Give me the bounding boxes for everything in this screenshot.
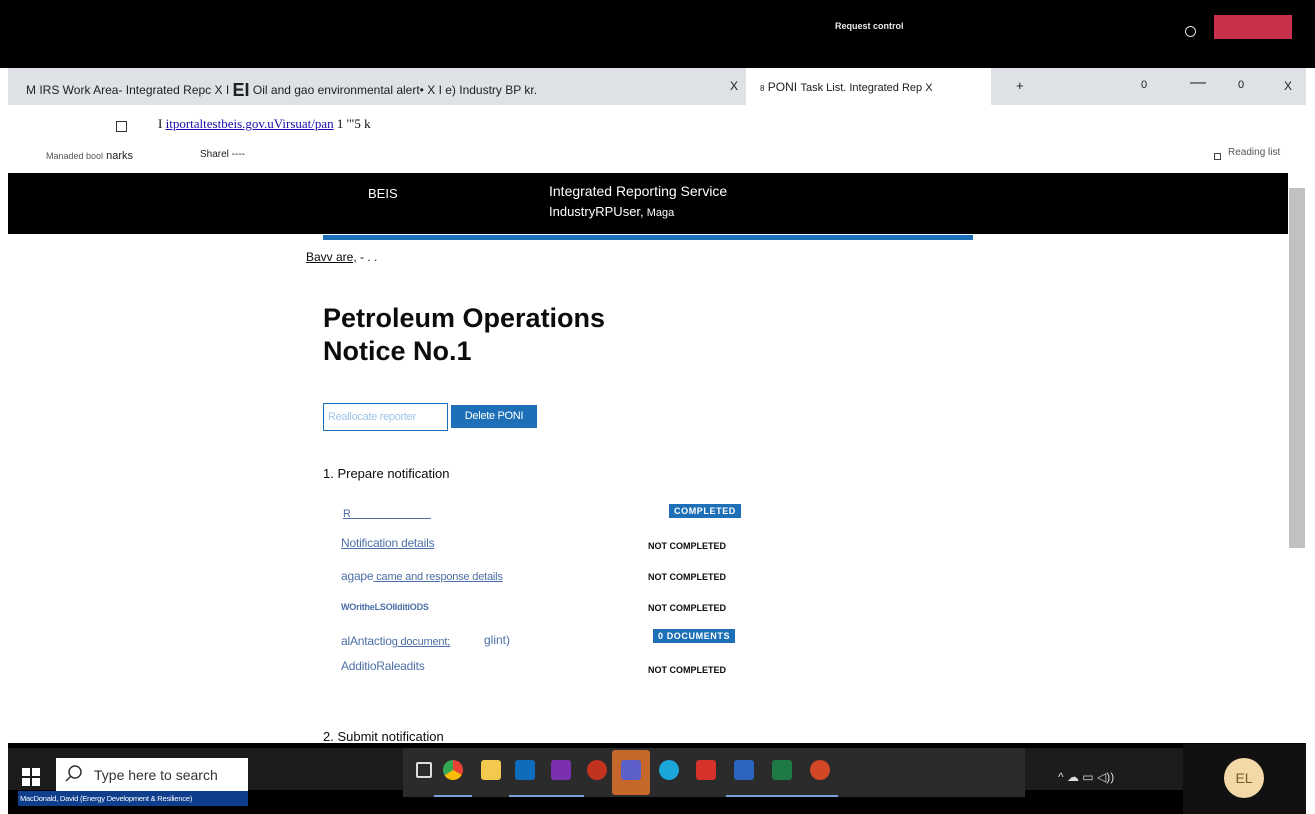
bookmark-share[interactable]: Sharel ----	[200, 149, 245, 160]
task-link-notification-details[interactable]: Notification details	[341, 536, 435, 550]
remote-session-bar	[0, 0, 1315, 68]
site-header: BEIS Integrated Reporting Service Indust…	[8, 173, 1288, 234]
task-link-extra: glint)	[484, 633, 511, 647]
teams-icon[interactable]	[621, 760, 641, 780]
file-explorer-icon[interactable]	[481, 760, 501, 780]
circle-icon[interactable]	[1185, 26, 1196, 37]
tab-oil-gas-alert[interactable]: Oil and gao environmental alert• X	[253, 83, 435, 97]
checkbox-icon[interactable]	[116, 121, 127, 132]
status-badge: 0 DOCUMENTS	[653, 629, 736, 643]
user-caption: MacDonald, David (Energy Development & R…	[18, 791, 248, 806]
tab-poni-task-list-label: 8 PONI Task List. Integrated Rep X	[760, 80, 933, 94]
edge-icon[interactable]	[659, 760, 679, 780]
new-tab-button[interactable]: +	[1016, 78, 1024, 93]
onenote-icon[interactable]	[551, 760, 571, 780]
maximize-button[interactable]: 0	[1238, 79, 1244, 91]
task-status: NOT COMPLETED	[648, 603, 726, 613]
window-control[interactable]: 0	[1141, 79, 1147, 91]
disconnect-button[interactable]	[1214, 15, 1292, 39]
back-link[interactable]: Bavv are, - . .	[306, 250, 377, 264]
browser-tab-strip: M IRS Work Area- Integrated Repc X I EI …	[8, 68, 1306, 105]
status-badge: COMPLETED	[669, 504, 741, 518]
address-bar-row: I itportaltestbeis.gov.uVirsuat/pan 1 '"…	[8, 105, 1306, 173]
running-indicator	[726, 795, 764, 797]
excel-icon[interactable]	[772, 760, 792, 780]
beis-logo[interactable]: BEIS	[368, 186, 398, 201]
running-indicator	[546, 795, 584, 797]
system-tray[interactable]: ^ ☁ ▭ ◁))	[1058, 770, 1114, 784]
acrobat-icon[interactable]	[696, 760, 716, 780]
task-status: NOT COMPLETED	[648, 541, 726, 551]
minimize-button[interactable]: —	[1190, 74, 1206, 92]
section-heading: 2. Submit notification	[323, 729, 444, 744]
address-url[interactable]: itportaltestbeis.gov.uVirsuat/pan	[166, 116, 334, 131]
word-icon[interactable]	[734, 760, 754, 780]
outlook-icon[interactable]	[515, 760, 535, 780]
task-link-attach-documents[interactable]: alAntactiog document;	[341, 634, 450, 648]
powerpoint-icon[interactable]	[810, 760, 830, 780]
reading-list-link[interactable]: Reading list	[1228, 147, 1280, 158]
reallocate-reporter-button[interactable]: Reallocate reporter	[323, 403, 448, 431]
search-icon	[65, 765, 82, 782]
page-title: Petroleum Operations Notice No.1	[323, 303, 606, 366]
taskbar-search-input[interactable]: Type here to search	[56, 758, 248, 792]
request-control-button[interactable]: Request control	[835, 21, 904, 31]
snipping-icon[interactable]	[587, 760, 607, 780]
bookmark-managed[interactable]: Manaded bool narks	[46, 150, 133, 162]
task-status: NOT COMPLETED	[648, 572, 726, 582]
windows-start-icon[interactable]	[22, 768, 40, 786]
reading-list-icon[interactable]	[1214, 153, 1221, 160]
address-bar[interactable]: I itportaltestbeis.gov.uVirsuat/pan 1 '"…	[158, 116, 371, 132]
running-indicator	[800, 795, 838, 797]
tab-irs-work-area[interactable]: M IRS Work Area- Integrated Repc X I EI …	[26, 80, 537, 101]
header-rule	[323, 235, 973, 240]
close-window-button[interactable]: X	[1284, 79, 1292, 93]
chrome-icon[interactable]	[443, 760, 463, 780]
task-view-icon[interactable]	[416, 762, 432, 778]
running-indicator	[764, 795, 802, 797]
delete-poni-button[interactable]: Delete PONI	[451, 405, 537, 428]
running-indicator	[434, 795, 472, 797]
tab-favicon: EI	[232, 80, 250, 100]
task-link[interactable]: AdditioRaleadits	[341, 659, 425, 673]
user-name: IndustryRPUser, Maga	[549, 204, 675, 219]
task-link[interactable]: WOritheLSOlIditiODS	[341, 602, 429, 612]
running-indicator	[509, 795, 547, 797]
tab-close-icon[interactable]: X	[730, 79, 738, 93]
section-heading: 1. Prepare notification	[323, 466, 450, 481]
task-status: NOT COMPLETED	[648, 665, 726, 675]
avatar[interactable]: EL	[1224, 758, 1264, 798]
page-scrollbar[interactable]	[1289, 188, 1305, 548]
task-link[interactable]: R	[343, 509, 431, 520]
task-link[interactable]: agape came and response details	[341, 569, 503, 583]
tab-industry-bp[interactable]: I e) Industry BP kr.	[439, 83, 537, 97]
service-name[interactable]: Integrated Reporting Service	[549, 183, 727, 199]
